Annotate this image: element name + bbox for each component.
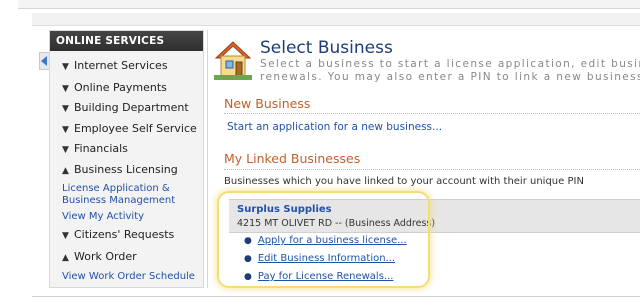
- linked-businesses-heading: My Linked Businesses: [224, 151, 361, 166]
- triangle-up-icon: ▲: [62, 253, 69, 263]
- sidebar-item-label: Work Order: [74, 250, 137, 263]
- sidebar: ONLINE SERVICES ▼ Internet Services ▼ Onli…: [49, 30, 204, 288]
- sidebar-item-building-department[interactable]: ▼ Building Department: [50, 97, 203, 119]
- sidebar-item-online-payments[interactable]: ▼ Online Payments: [50, 77, 203, 99]
- sidebar-item-label: Financials: [74, 142, 128, 155]
- page-description: Select a business to start a license app…: [260, 58, 640, 84]
- sidebar-item-financials[interactable]: ▼ Financials: [50, 138, 203, 160]
- sidebar-item-business-licensing[interactable]: ▲ Business Licensing: [50, 159, 203, 181]
- page-description-line: Select a business to start a license app…: [260, 58, 640, 70]
- start-new-business-link[interactable]: Start an application for a new business.…: [227, 121, 442, 133]
- triangle-down-icon: ▼: [62, 62, 69, 72]
- triangle-down-icon: ▼: [62, 104, 69, 114]
- divider: [224, 113, 640, 114]
- triangle-left-icon: [41, 56, 47, 66]
- linked-businesses-description: Businesses which you have linked to your…: [224, 176, 584, 187]
- triangle-down-icon: ▼: [62, 231, 69, 241]
- sidebar-item-internet-services[interactable]: ▼ Internet Services: [50, 55, 203, 77]
- sidebar-item-label: Building Department: [74, 101, 189, 114]
- triangle-up-icon: ▲: [62, 166, 69, 176]
- new-business-heading: New Business: [224, 96, 311, 111]
- sidebar-item-citizens-requests[interactable]: ▼ Citizens' Requests: [50, 224, 203, 246]
- house-icon: [214, 41, 252, 80]
- collapse-sidebar-button[interactable]: [39, 52, 49, 70]
- top-bar: [32, 13, 640, 26]
- sidebar-header: ONLINE SERVICES: [50, 31, 203, 51]
- sidebar-link-view-work-order-schedule[interactable]: View Work Order Schedule: [50, 271, 203, 283]
- sidebar-item-label: Business Licensing: [74, 163, 178, 176]
- sidebar-item-employee-self-service[interactable]: ▼ Employee Self Service: [50, 118, 203, 140]
- page-description-line: renewals. You may also enter a PIN to li…: [260, 71, 640, 83]
- sidebar-item-label: Online Payments: [74, 81, 167, 94]
- triangle-down-icon: ▼: [62, 145, 69, 155]
- page-title: Select Business: [260, 38, 393, 58]
- bottom-border: [32, 296, 640, 297]
- sidebar-item-label: Internet Services: [74, 59, 168, 72]
- top-border: [18, 0, 640, 9]
- sidebar-link-license-application[interactable]: License Application & Business Managemen…: [50, 183, 203, 207]
- sidebar-item-label: Employee Self Service: [74, 122, 197, 135]
- divider: [224, 169, 640, 170]
- sidebar-link-view-my-activity[interactable]: View My Activity: [50, 211, 203, 223]
- highlight-annotation: [217, 191, 430, 288]
- sidebar-item-work-order[interactable]: ▲ Work Order: [50, 246, 203, 268]
- sidebar-item-label: Citizens' Requests: [74, 228, 175, 241]
